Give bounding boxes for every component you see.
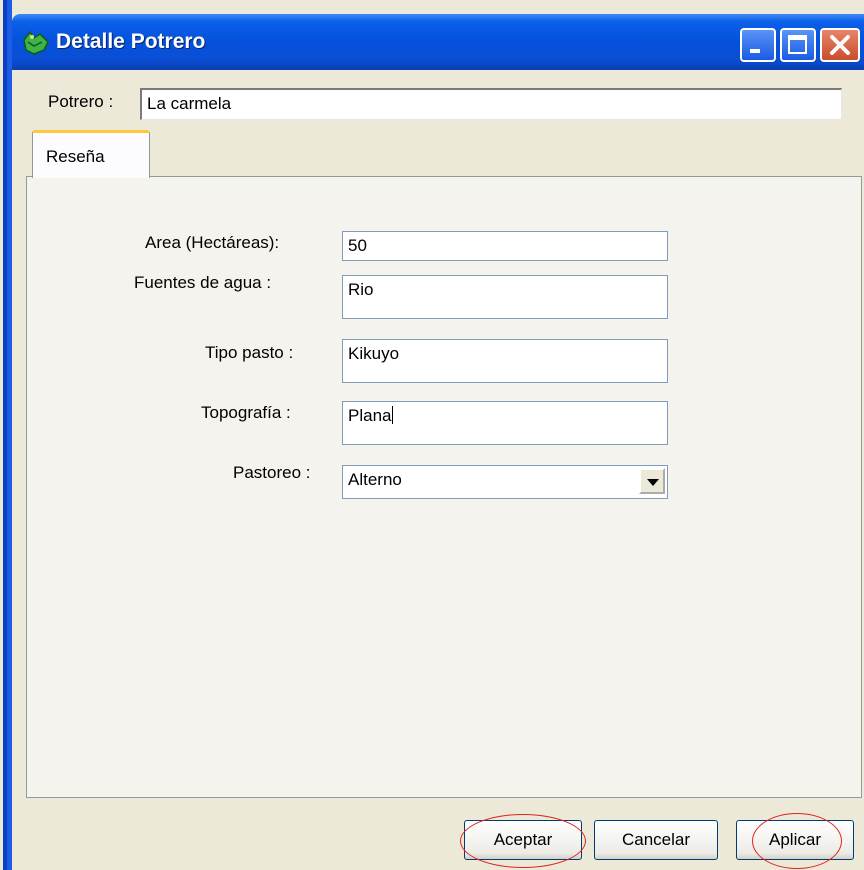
area-input[interactable]: 50 [342, 231, 668, 261]
pastoreo-select[interactable]: Alterno [342, 465, 668, 499]
tab-panel-resena: Area (Hectáreas): 50 Fuentes de agua : R… [26, 176, 862, 798]
pastoreo-label: Pastoreo : [233, 463, 311, 482]
chevron-down-icon[interactable] [639, 468, 665, 494]
annotation-circle-aceptar [460, 814, 586, 868]
topografia-input[interactable]: Plana [342, 401, 668, 445]
maximize-button[interactable] [780, 28, 816, 62]
tipo-pasto-input[interactable]: Kikuyo [342, 339, 668, 383]
tipo-pasto-label: Tipo pasto : [205, 343, 294, 362]
potrero-input[interactable]: La carmela [140, 88, 842, 120]
pastoreo-selected-value: Alterno [348, 470, 402, 489]
cancelar-button[interactable]: Cancelar [594, 820, 718, 860]
minimize-button[interactable] [740, 28, 776, 62]
topografia-value: Plana [348, 406, 392, 425]
tab-resena[interactable]: Reseña [32, 130, 150, 178]
maximize-icon [788, 35, 807, 54]
text-caret [392, 406, 394, 424]
title-bar[interactable]: Detalle Potrero [12, 14, 864, 70]
area-label: Area (Hectáreas): [145, 233, 280, 252]
topografia-label: Topografía : [201, 403, 291, 422]
annotation-circle-aplicar [752, 813, 842, 869]
window-title: Detalle Potrero [56, 30, 206, 53]
window-frame-left [0, 0, 12, 870]
minimize-icon [750, 49, 760, 53]
fuentes-input[interactable]: Rio [342, 275, 668, 319]
detalle-potrero-window: Detalle Potrero Potrero : La carmela Are… [12, 0, 864, 870]
tab-resena-label: Reseña [46, 147, 105, 166]
fuentes-label: Fuentes de agua : [134, 273, 272, 292]
app-icon [23, 30, 49, 55]
close-button[interactable] [820, 28, 860, 62]
potrero-label: Potrero : [48, 92, 114, 111]
close-icon [830, 35, 850, 55]
